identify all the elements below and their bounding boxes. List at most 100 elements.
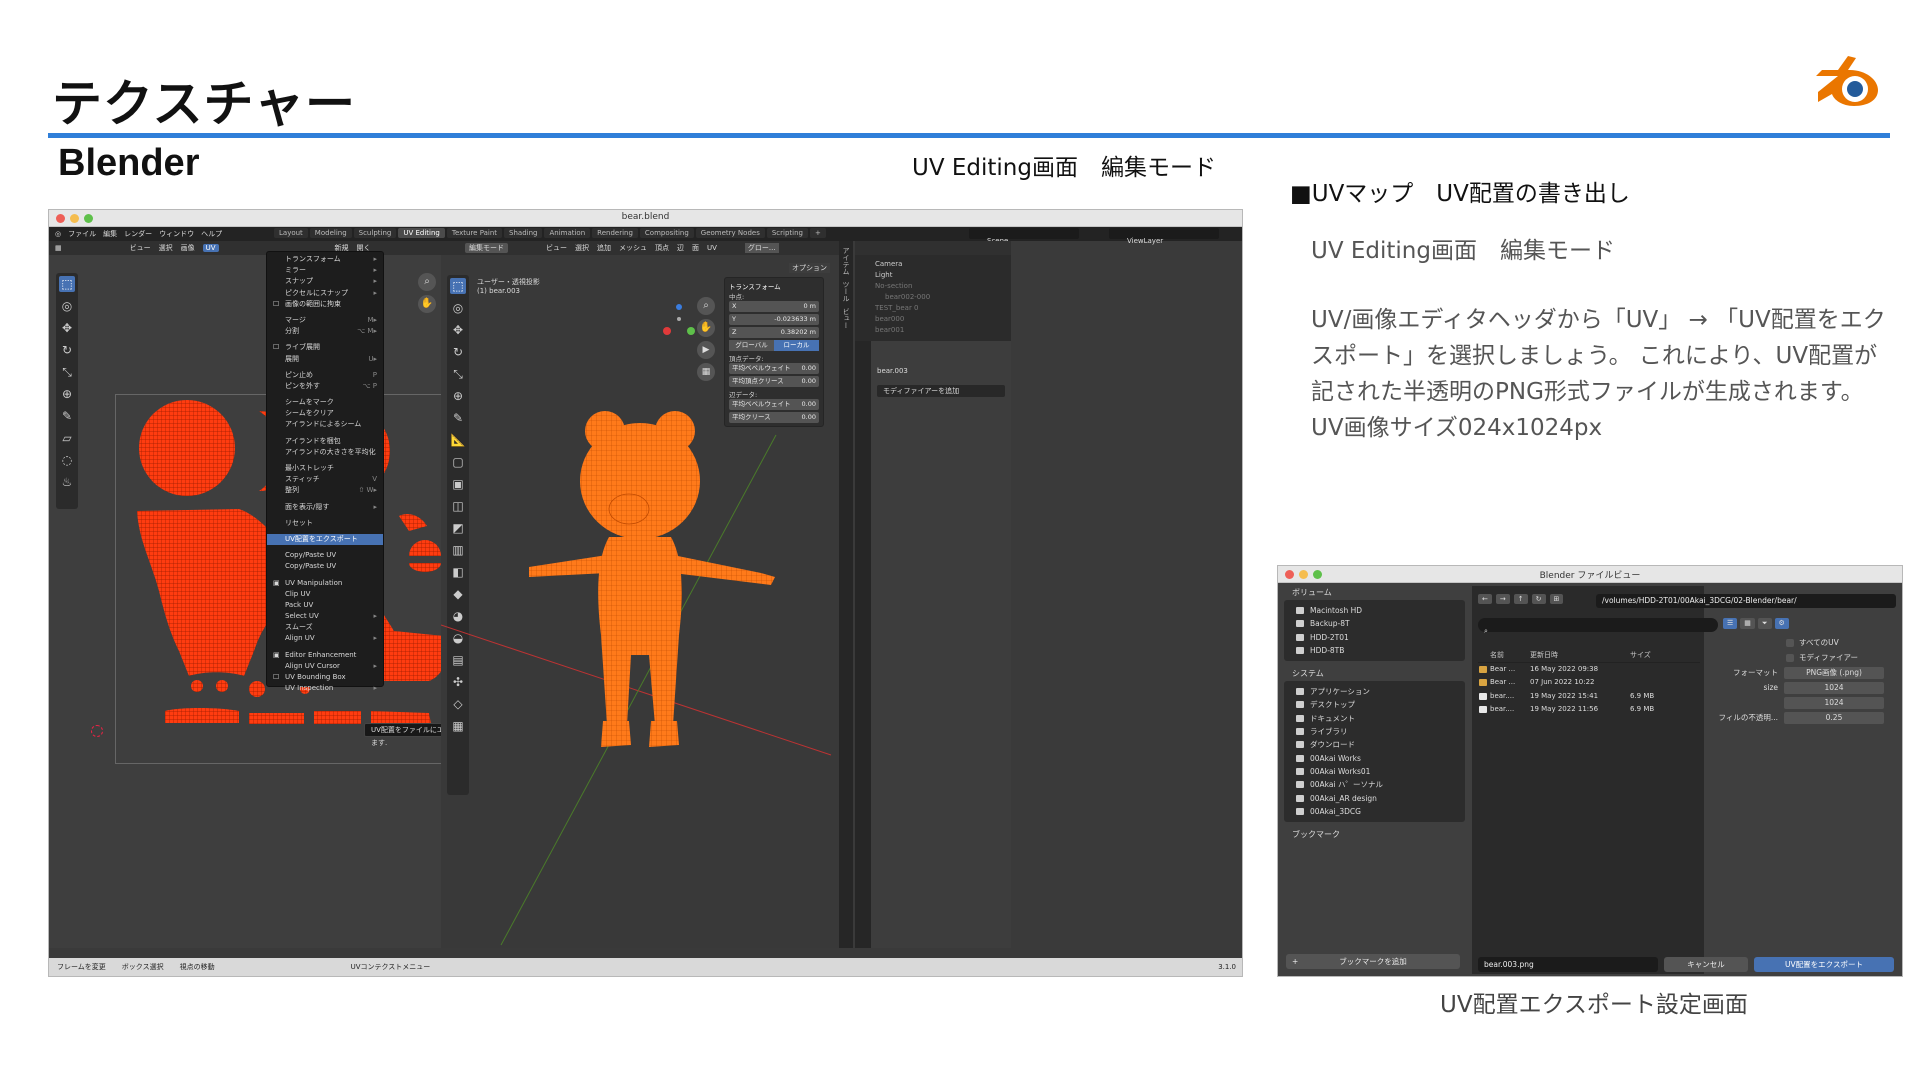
menu-file[interactable]: ファイル (68, 229, 96, 239)
menu-render[interactable]: レンダー (124, 229, 152, 239)
column-name[interactable]: 名前 (1478, 649, 1530, 662)
menu-item-pack-islands[interactable]: アイランドを梱包 (267, 436, 383, 447)
menu-item-align-uv[interactable]: Align UV ▸ (267, 633, 383, 644)
new-folder-icon[interactable]: ⊞ (1549, 594, 1564, 604)
system-item[interactable]: 00Akai_AR design (1284, 792, 1465, 805)
camera-view-icon[interactable]: ▶ (697, 341, 715, 359)
tab-layout[interactable]: Layout (274, 228, 308, 238)
uv-menu-select[interactable]: 選択 (159, 243, 173, 253)
system-item[interactable]: ライブラリ (1284, 725, 1465, 738)
outliner[interactable]: Camera Light No-section bear002-000 TEST… (855, 241, 1011, 341)
properties-editor[interactable]: bear.003 モディファイアーを追加 (855, 341, 1011, 948)
cursor-tool-icon[interactable]: ◎ (59, 298, 75, 314)
system-item[interactable]: アプリケーション (1284, 685, 1465, 698)
filename-input[interactable]: bear.003.png (1478, 957, 1658, 972)
tab-texture-paint[interactable]: Texture Paint (446, 228, 503, 238)
menu-item-stitch[interactable]: スティッチ V (267, 474, 383, 485)
annotate-tool-icon[interactable]: ✎ (59, 408, 75, 424)
x-field[interactable]: X0 m (729, 301, 819, 312)
move-tool-icon[interactable]: ✥ (59, 320, 75, 336)
system-item[interactable]: ドキュメント (1284, 712, 1465, 725)
volumes-heading[interactable]: ボリューム (1284, 586, 1465, 600)
system-item[interactable]: デスクトップ (1284, 698, 1465, 711)
menu-item-transform[interactable]: トランスフォーム ▸ (267, 254, 383, 265)
system-heading[interactable]: システム (1284, 667, 1465, 681)
size-y-field[interactable]: 1024 (1784, 696, 1884, 709)
thumbnail-view-icon[interactable]: ▦ (1740, 618, 1755, 629)
option-modifiers[interactable]: モディファイアー (1708, 651, 1898, 664)
outliner-row-light[interactable]: Light (855, 270, 1011, 281)
menu-item-pin[interactable]: ピン止め P (267, 370, 383, 381)
menu-item-show-hide[interactable]: 面を表示/隠す ▸ (267, 502, 383, 513)
volume-item[interactable]: HDD-2T01 (1284, 631, 1465, 644)
vertex-crease-field[interactable]: 平均頂点クリース 0.00 (729, 376, 819, 387)
menu-item-live-unwrap[interactable]: ☐ ライブ展開 (267, 342, 383, 353)
system-item[interactable]: ダウンロード (1284, 738, 1465, 751)
menu-item-copy-paste-uv-1[interactable]: Copy/Paste UV (267, 550, 383, 561)
menu-item-clip-uv[interactable]: Clip UV (267, 589, 383, 600)
option-all-uvs[interactable]: すべてのUV (1708, 636, 1898, 649)
tab-rendering[interactable]: Rendering (592, 228, 638, 238)
menu-window[interactable]: ウィンドウ (159, 229, 194, 239)
tab-animation[interactable]: Animation (544, 228, 591, 238)
checkbox-icon[interactable] (1786, 653, 1794, 662)
menu-help[interactable]: ヘルプ (201, 229, 222, 239)
menu-item-unwrap[interactable]: 展開 U▸ (267, 354, 383, 365)
select-tool-icon[interactable]: ⬚ (59, 276, 75, 292)
pinch-tool-icon[interactable]: ♨ (59, 474, 75, 490)
outliner-row-bear001[interactable]: bear001 (855, 325, 1011, 336)
outliner-row-bear002[interactable]: bear002-000 (855, 292, 1011, 303)
vp-menu-view[interactable]: ビュー (546, 243, 567, 253)
y-field[interactable]: Y -0.023633 m (729, 314, 819, 325)
column-size[interactable]: サイズ (1630, 649, 1680, 662)
z-field[interactable]: Z 0.38202 m (729, 327, 819, 338)
tab-scripting[interactable]: Scripting (766, 228, 808, 238)
export-uv-layout-button[interactable]: UV配置をエクスポート (1754, 957, 1894, 972)
outliner-row-test-bear[interactable]: TEST_bear 0 (855, 303, 1011, 314)
scale-tool-icon[interactable]: ⤡ (59, 364, 75, 380)
pan-hand-icon[interactable]: ✋ (418, 295, 436, 313)
size-x-field[interactable]: 1024 (1784, 681, 1884, 694)
outliner-row-bear000[interactable]: bear000 (855, 314, 1011, 325)
vp-menu-mesh[interactable]: メッシュ (619, 243, 647, 253)
perspective-toggle-icon[interactable]: ▦ (697, 363, 715, 381)
menu-item-select-uv[interactable]: Select UV ▸ (267, 611, 383, 622)
pan-hand-icon[interactable]: ✋ (697, 319, 715, 337)
menu-item-merge[interactable]: マージ M▸ (267, 315, 383, 326)
table-row[interactable]: Bear ... 16 May 2022 09:38 (1478, 663, 1700, 677)
menu-item-reset[interactable]: リセット (267, 518, 383, 529)
system-item[interactable]: 00Akai_3DCG (1284, 805, 1465, 818)
menu-item-clear-seam[interactable]: シームをクリア (267, 408, 383, 419)
tab-compositing[interactable]: Compositing (639, 228, 694, 238)
3d-viewport[interactable]: 編集モード ビュー 選択 追加 メッシュ 頂点 辺 面 UV グロー... オプ… (441, 241, 839, 948)
menu-item-editor-enhancement[interactable]: ▣ Editor Enhancement (267, 650, 383, 661)
vp-menu-add[interactable]: 追加 (597, 243, 611, 253)
menu-item-align-uv-cursor[interactable]: Align UV Cursor ▸ (267, 661, 383, 672)
editor-type-icon[interactable]: ▦ (55, 244, 62, 252)
menu-item-uv-bounding-box[interactable]: ☐ UV Bounding Box (267, 672, 383, 683)
rotate-tool-icon[interactable]: ↻ (59, 342, 75, 358)
edge-crease-field[interactable]: 平均クリース 0.00 (729, 412, 819, 423)
file-list-area[interactable] (1472, 586, 1704, 974)
uv-menu-view[interactable]: ビュー (130, 243, 151, 253)
system-item[interactable]: 00Akai Works (1284, 752, 1465, 765)
add-workspace-button[interactable]: + (809, 228, 826, 238)
volume-item[interactable]: Macintosh HD (1284, 604, 1465, 617)
fill-opacity-field[interactable]: 0.25 (1784, 711, 1884, 724)
tab-uv-editing[interactable]: UV Editing (398, 228, 445, 238)
vp-menu-edge[interactable]: 辺 (677, 243, 684, 253)
volume-item[interactable]: HDD-8TB (1284, 644, 1465, 657)
viewlayer-selector[interactable]: ViewLayer (1109, 228, 1219, 245)
mode-selector[interactable]: 編集モード (465, 243, 508, 253)
zoom-icon[interactable]: ⌕ (697, 297, 715, 315)
list-view-icon[interactable]: ☰ (1723, 618, 1738, 629)
sidebar-tab-tool[interactable]: ツール (841, 281, 851, 302)
menu-item-copy-paste-uv-2[interactable]: Copy/Paste UV (267, 561, 383, 572)
grab-tool-icon[interactable]: ▱ (59, 430, 75, 446)
menu-item-average-islands[interactable]: アイランドの大きさを平均化 (267, 447, 383, 458)
table-row[interactable]: bear.... 19 May 2022 11:56 6.9 MB (1478, 703, 1700, 717)
system-item[interactable]: 00Akai Works01 (1284, 765, 1465, 778)
add-bookmark-button[interactable]: + ブックマークを追加 (1286, 954, 1460, 969)
gear-icon[interactable]: ⚙ (1774, 618, 1789, 629)
table-row[interactable]: Bear ... 07 Jun 2022 10:22 (1478, 676, 1700, 690)
